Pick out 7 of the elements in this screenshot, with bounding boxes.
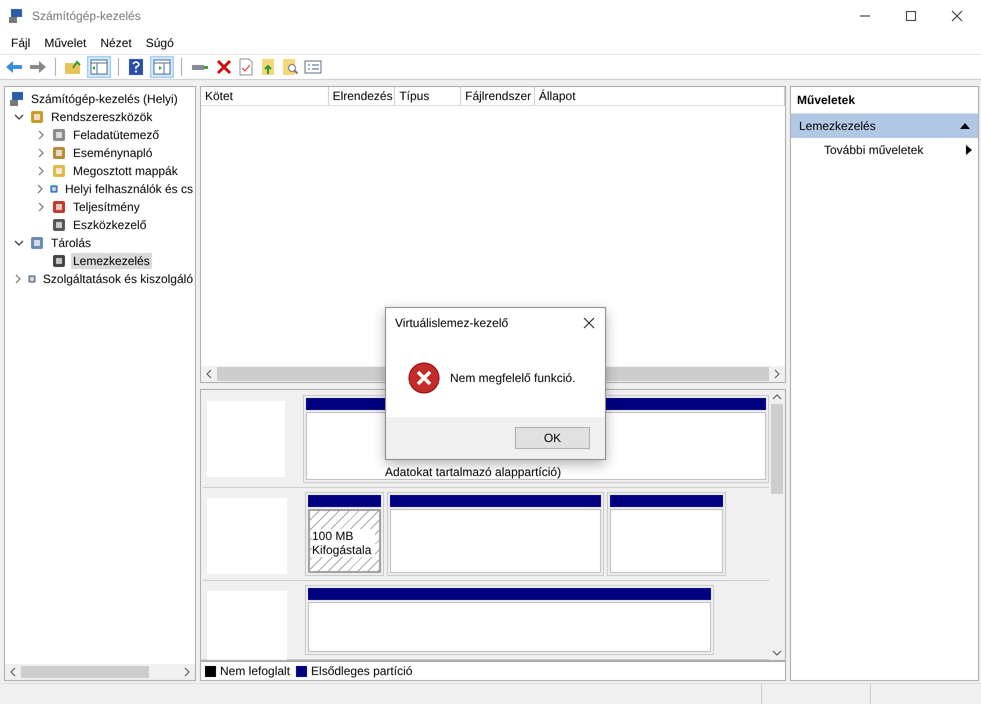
partition-text: Kifogástala (312, 543, 375, 557)
legend-label: Elsődleges partíció (311, 664, 412, 678)
dialog-message: Nem megfelelő funkció. (450, 370, 576, 384)
legend-label: Nem lefoglalt (220, 664, 290, 678)
partition-text: 100 MB (312, 529, 375, 543)
dialog-title: Virtuálislemez-kezelő (395, 316, 508, 330)
window-title: Számítógép-kezelés (32, 9, 141, 23)
